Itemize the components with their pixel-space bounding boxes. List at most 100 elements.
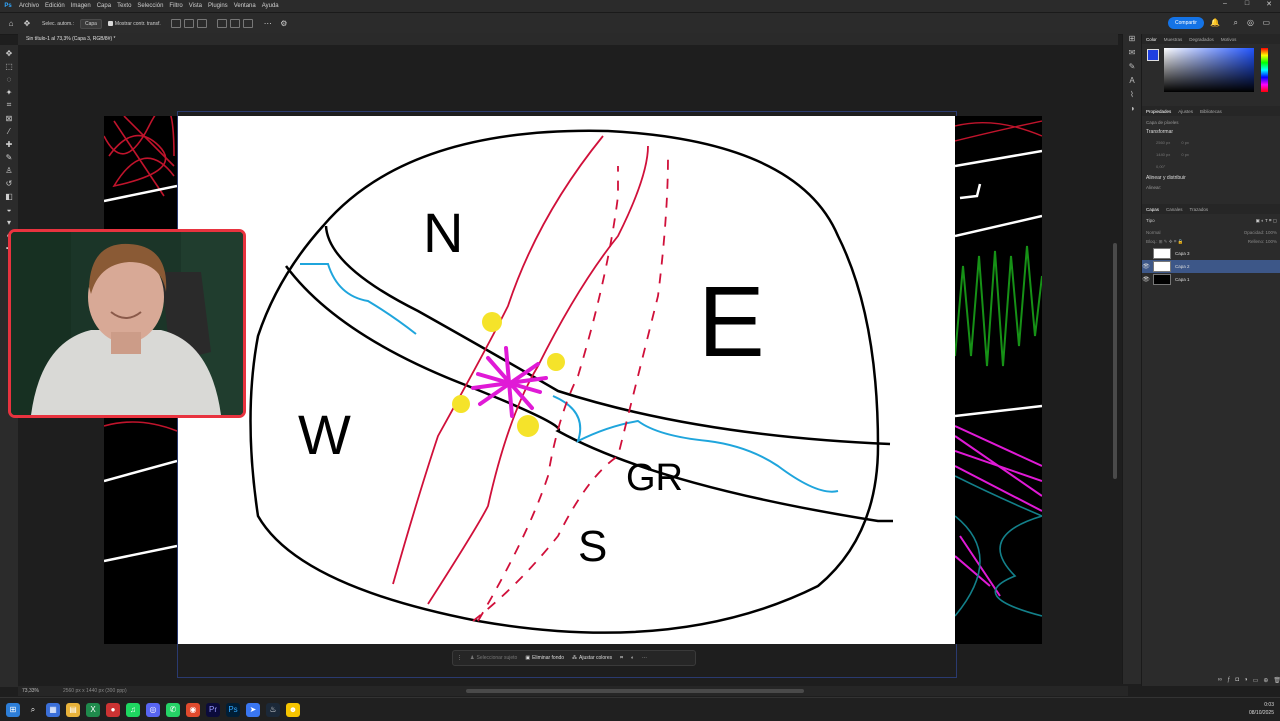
home-icon[interactable]: ⌂ [6,19,16,29]
menu-ventana[interactable]: Ventana [234,3,256,9]
more-icon[interactable]: ⋯ [642,655,647,661]
select-subject-button[interactable]: ♟ Seleccionar sujeto [470,655,517,661]
eye-icon[interactable]: 👁 [1142,276,1150,283]
menu-filtro[interactable]: Filtro [169,3,182,9]
fx-icon[interactable]: ƒ [1227,677,1230,684]
healing-brush-icon[interactable]: ✚ [3,138,15,150]
tab-libraries[interactable]: Bibliotecas [1200,109,1222,114]
frame-tool-icon[interactable]: ⊠ [3,112,15,124]
drag-handle-icon[interactable]: ⋮ [457,655,462,661]
character-icon[interactable]: A [1123,76,1141,90]
eraser-tool-icon[interactable]: ◧ [3,190,15,202]
transform-icon[interactable]: ⌗ [620,655,623,661]
excel-icon[interactable]: X [86,702,100,717]
discord-icon[interactable]: ◎ [146,702,160,717]
zoom-level[interactable]: 73,33% [22,688,39,694]
brush-settings-icon[interactable]: ✎ [1123,62,1141,76]
tab-adjustments[interactable]: Ajustes [1178,109,1193,114]
tab-paths[interactable]: Trazados [1190,207,1209,212]
blur-tool-icon[interactable]: ▾ [3,216,15,228]
align-center-icon[interactable] [183,19,194,28]
height-field[interactable]: 1440 px [1156,152,1170,157]
menu-ayuda[interactable]: Ayuda [262,3,279,9]
filter-icons[interactable]: ▣ ◐ T ⌗ ▢ [1256,218,1277,224]
distribute-buttons[interactable] [216,19,253,28]
menu-texto[interactable]: Texto [117,3,131,9]
move-tool-icon[interactable]: ✥ [22,19,32,29]
document-tab[interactable]: Sin título-1 al 73,3% (Capa 3, RGB/8#) * [22,34,226,44]
windows-start-icon[interactable]: ⊞ [6,702,20,717]
eyedropper-icon[interactable]: ⁄ [3,125,15,137]
eye-icon[interactable]: 👁 [1142,263,1150,270]
menu-capa[interactable]: Capa [97,3,111,9]
menu-edicion[interactable]: Edición [45,3,65,9]
share-button[interactable]: Compartir [1168,17,1204,29]
layer-row[interactable]: Capa 3 [1142,247,1280,260]
adjust-colors-button[interactable]: ⁂ Ajustar colores [572,655,612,661]
y-field[interactable]: 0 px [1181,152,1189,157]
whatsapp-icon[interactable]: ✆ [166,702,180,717]
minimize-icon[interactable]: – [1214,0,1236,8]
telegram-icon[interactable]: ➤ [246,702,260,717]
marquee-tool-icon[interactable]: ⬚ [3,60,15,72]
canvas-document[interactable]: N E W S GR [178,116,955,644]
horizontal-scrollbar[interactable] [466,689,804,693]
magic-wand-icon[interactable]: ✦ [3,86,15,98]
history-brush-icon[interactable]: ↺ [3,177,15,189]
spotify-icon[interactable]: ♫ [126,702,140,717]
group-icon[interactable]: ▭ [1253,677,1259,684]
settings-gear-icon[interactable]: ⚙ [279,19,289,29]
color-field[interactable] [1164,48,1254,92]
tab-color[interactable]: Color [1146,37,1157,42]
remove-background-button[interactable]: ▣ Eliminar fondo [525,655,564,661]
menu-imagen[interactable]: Imagen [71,3,91,9]
brushes-icon[interactable]: ⌇ [1123,90,1141,104]
width-field[interactable]: 2560 px [1156,140,1170,145]
align-left-icon[interactable] [170,19,181,28]
new-layer-icon[interactable]: ⊕ [1263,677,1268,684]
layer-row-selected[interactable]: 👁 Capa 2 [1142,260,1280,273]
auto-select-dropdown[interactable]: Capa [79,18,102,29]
adjustment-icon[interactable]: ◐ [631,655,634,661]
menu-plugins[interactable]: Plugins [208,3,228,9]
app-icon[interactable]: ● [106,702,120,717]
transform-section-title[interactable]: Transformar [1142,127,1280,137]
discover-icon[interactable]: ◎ [1247,18,1254,27]
trash-icon[interactable]: 🗑 [1273,677,1280,684]
close-icon[interactable]: ✕ [1258,0,1280,8]
search-icon[interactable]: ⌕ [26,703,40,717]
file-explorer-icon[interactable]: ▤ [66,702,80,717]
align-bottom-icon[interactable] [242,19,253,28]
blend-mode-dropdown[interactable]: Normal [1146,230,1161,235]
show-transform-checkbox[interactable]: Mostrar contr. transf. [107,21,161,27]
tab-gradients[interactable]: Degradados [1189,37,1214,42]
layer-filter-dropdown[interactable]: Tipo [1146,218,1155,224]
fill-value[interactable]: 100% [1265,239,1277,244]
adjustments-icon[interactable]: ◑ [1123,104,1141,118]
angle-field[interactable]: 0,00° [1156,164,1165,169]
align-buttons[interactable] [170,19,207,28]
tab-layers[interactable]: Capas [1146,207,1159,212]
lasso-tool-icon[interactable]: ◌ [3,73,15,85]
hue-slider[interactable] [1261,48,1268,92]
menu-vista[interactable]: Vista [189,3,202,9]
align-right-icon[interactable] [196,19,207,28]
bell-icon[interactable]: 🔔 [1210,18,1220,27]
crop-tool-icon[interactable]: ⌗ [3,99,15,111]
align-middle-icon[interactable] [229,19,240,28]
tab-swatches[interactable]: Muestras [1164,37,1183,42]
tab-properties[interactable]: Propiedades [1146,109,1171,114]
system-clock[interactable]: 0:03 08/10/2025 [1249,701,1274,717]
adjustment-layer-icon[interactable]: ◑ [1244,677,1248,684]
widgets-icon[interactable]: ▦ [46,702,60,717]
link-icon[interactable]: ∞ [1218,677,1222,684]
search-icon[interactable]: ⌕ [1234,18,1238,28]
steam-icon[interactable]: ♨ [266,702,280,717]
brush-tool-icon[interactable]: ✎ [3,151,15,163]
move-tool-icon[interactable]: ✥ [3,47,15,59]
menu-archivo[interactable]: Archivo [19,3,39,9]
align-section-title[interactable]: Alinear y distribuir [1142,173,1280,183]
stamp-tool-icon[interactable]: ♙ [3,164,15,176]
comments-icon[interactable]: ✉ [1123,48,1141,62]
more-options-icon[interactable]: ⋯ [263,19,273,29]
